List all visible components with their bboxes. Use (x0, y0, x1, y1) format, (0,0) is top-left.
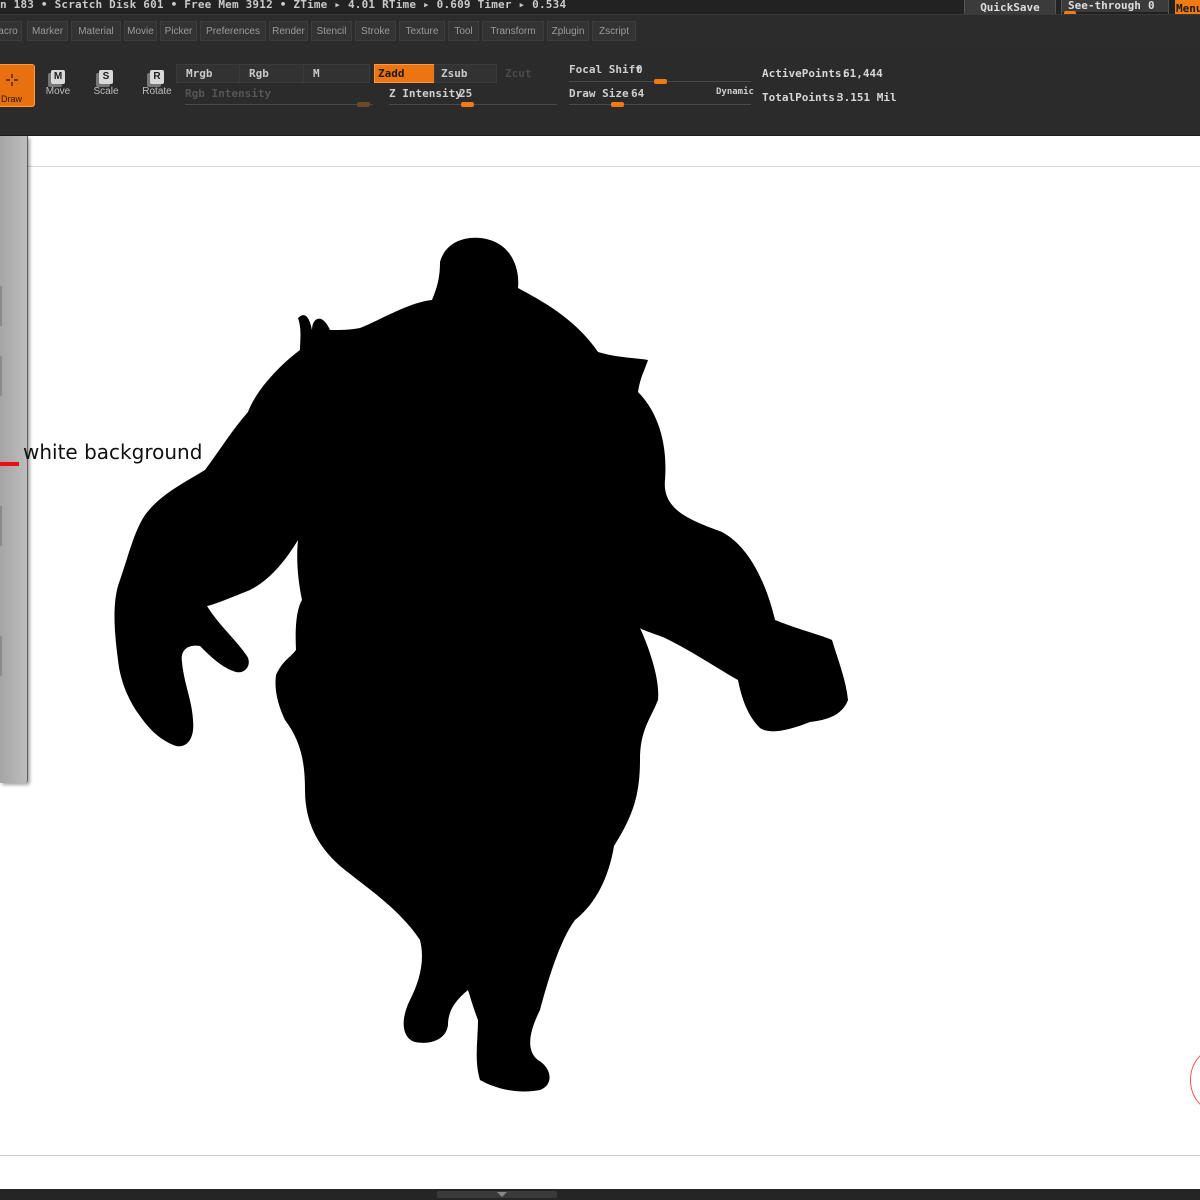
zbrush-window: n 183 • Scratch Disk 601 • Free Mem 3912… (0, 0, 1200, 1200)
tray-divider (0, 506, 2, 546)
expand-arrow-icon[interactable] (497, 1192, 507, 1197)
annotation-arrow (0, 462, 19, 466)
bottom-bar (0, 1189, 1200, 1200)
annotation-label: white background (23, 440, 203, 464)
tray-divider (0, 356, 2, 396)
tray-divider (0, 286, 2, 326)
tray-divider (0, 636, 2, 676)
model-silhouette[interactable] (0, 0, 1200, 1200)
